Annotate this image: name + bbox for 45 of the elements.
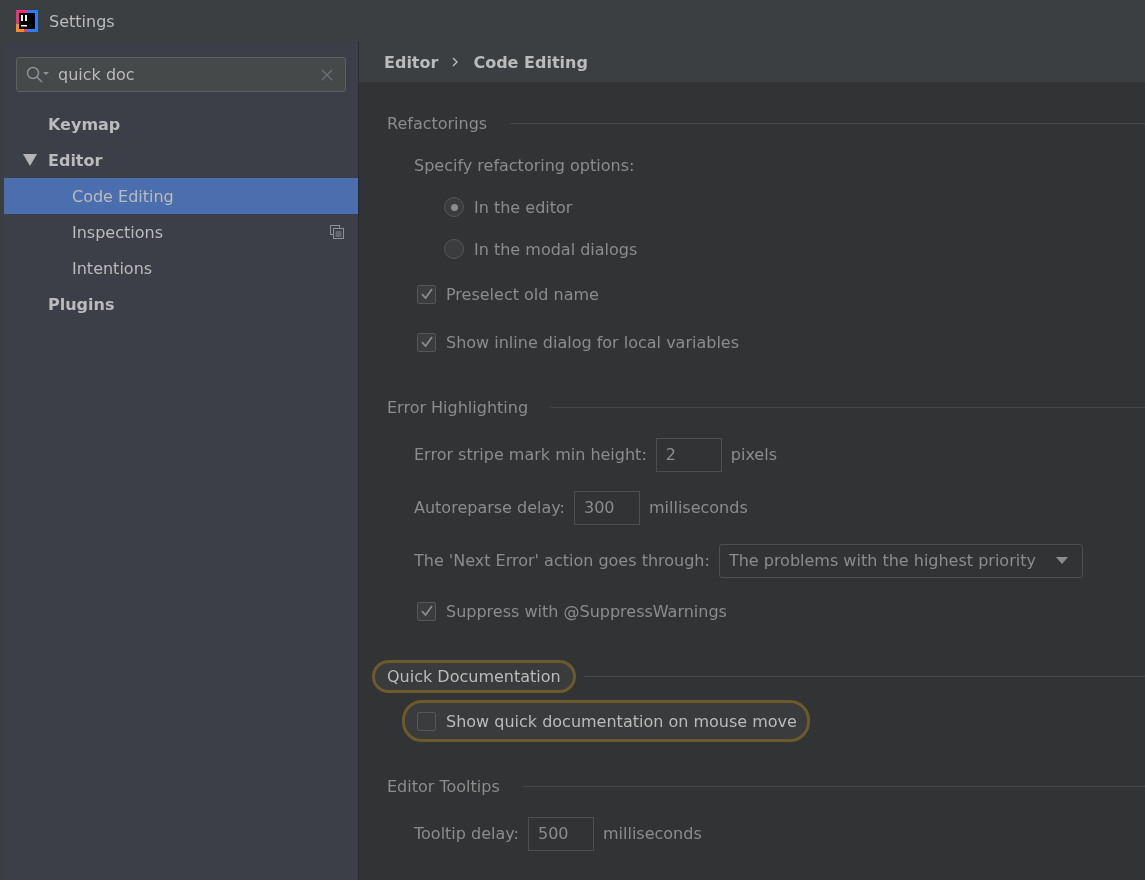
expand-arrow-icon[interactable] (23, 154, 37, 166)
radio-button[interactable] (444, 239, 464, 259)
chevron-icon (452, 57, 460, 67)
tree-item[interactable]: Keymap (4, 106, 358, 142)
radio-option[interactable]: In the editor (384, 189, 1145, 225)
radio-option[interactable]: In the modal dialogs (384, 231, 1145, 267)
dropdown[interactable]: The problems with the highest priority (718, 543, 1083, 578)
section-title: Refactorings (386, 112, 489, 135)
tree-item[interactable]: Code Editing (4, 178, 358, 214)
checkbox[interactable] (417, 601, 436, 621)
tree-item[interactable]: Plugins (4, 286, 358, 322)
search-field[interactable]: quick doc (16, 57, 346, 92)
number-field[interactable]: 300 (573, 490, 640, 525)
checkbox[interactable] (417, 332, 436, 352)
field-label: The 'Next Error' action goes through: (414, 551, 710, 570)
dropdown-arrow-icon (1055, 557, 1068, 564)
checkbox-option[interactable]: Show inline dialog for local variables (402, 321, 753, 363)
checkbox[interactable] (417, 711, 436, 731)
radio-button[interactable] (444, 197, 464, 217)
field-label: Error stripe mark min height: (414, 445, 647, 464)
unit-label: milliseconds (603, 824, 702, 843)
search-input[interactable]: quick doc (56, 64, 315, 85)
checkbox-option[interactable]: Preselect old name (402, 273, 612, 315)
checkbox[interactable] (417, 284, 436, 304)
copy-icon (330, 225, 344, 239)
option-label: Specify refactoring options: (414, 155, 635, 175)
tree-item[interactable]: Intentions (4, 250, 358, 286)
tree-item[interactable]: Editor (4, 142, 358, 178)
checkbox-option[interactable]: Suppress with @SuppressWarnings (402, 590, 740, 632)
search-icon (26, 65, 50, 84)
checkbox-option[interactable]: Show quick documentation on mouse move (402, 700, 810, 742)
window-title: Settings (49, 11, 115, 31)
number-field[interactable]: 2 (655, 437, 722, 472)
number-field[interactable]: 500 (528, 816, 594, 851)
section-title: Quick Documentation (372, 659, 576, 693)
field-label: Tooltip delay: (414, 824, 519, 843)
section-title: Error Highlighting (386, 396, 530, 419)
unit-label: pixels (730, 445, 777, 464)
app-logo-icon (16, 10, 38, 32)
section-title: Editor Tooltips (386, 775, 501, 798)
field-label: Autoreparse delay: (414, 498, 565, 517)
breadcrumb-item[interactable]: Code Editing (473, 52, 588, 72)
breadcrumb-item[interactable]: Editor (384, 52, 439, 72)
tree-item[interactable]: Inspections (4, 214, 358, 250)
unit-label: milliseconds (648, 498, 748, 517)
